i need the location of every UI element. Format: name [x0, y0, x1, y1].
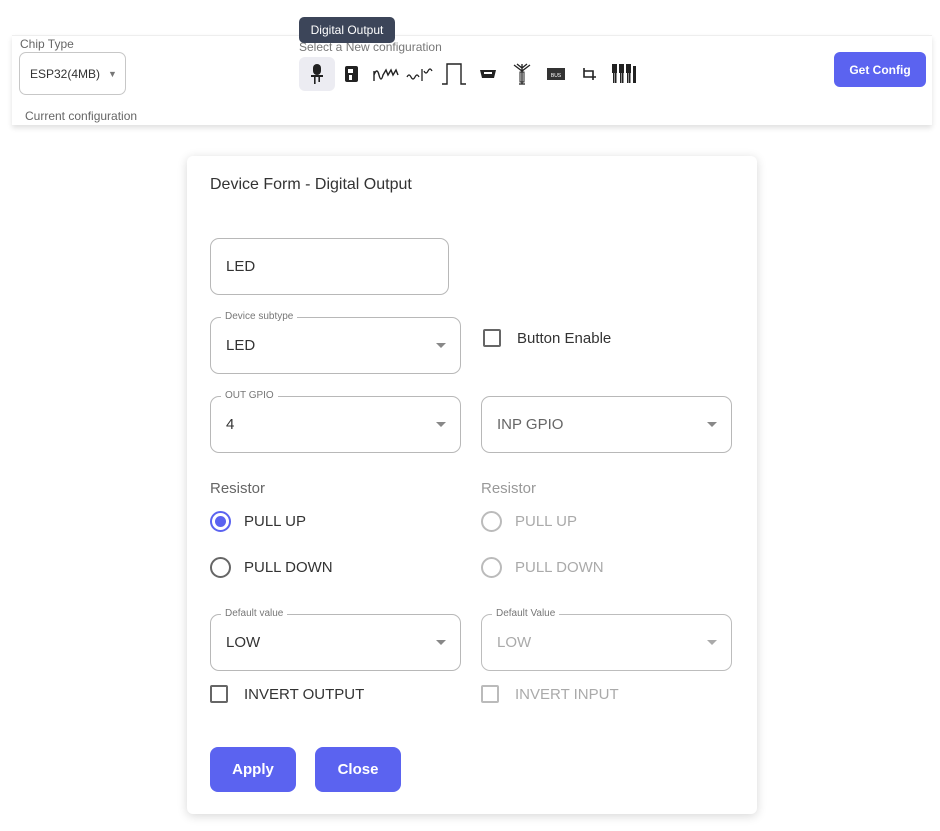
chip-type-value: ESP32(4MB): [30, 66, 101, 81]
default-value-label: Default value: [221, 608, 288, 620]
svg-text:BUS: BUS: [551, 73, 562, 79]
radio-pull-down-left[interactable]: PULL DOWN: [210, 557, 333, 578]
close-button[interactable]: Close: [315, 747, 401, 792]
resistor-label-right: Resistor: [481, 480, 537, 497]
chevron-down-icon: [436, 342, 446, 348]
invert-output-label: INVERT OUTPUT: [244, 685, 365, 703]
pull-up-label: PULL UP: [244, 513, 306, 530]
device-name-field[interactable]: LED: [210, 238, 449, 295]
checkbox-icon: [481, 685, 499, 703]
resistor-label-left: Resistor: [210, 480, 266, 497]
chevron-down-icon: [436, 639, 446, 645]
digital-input-switch-icon[interactable]: [335, 57, 369, 91]
out-gpio-select[interactable]: OUT GPIO 4: [210, 390, 461, 453]
chevron-down-icon: [436, 421, 446, 427]
digital-output-led-icon[interactable]: [299, 57, 335, 91]
radio-unchecked-icon: [481, 511, 502, 532]
radio-pull-up-right[interactable]: PULL UP: [481, 511, 577, 532]
chevron-down-icon: ▼: [108, 68, 117, 79]
checkbox-icon: [483, 329, 501, 347]
invert-input-label: INVERT INPUT: [515, 685, 619, 703]
multi-pin-header-icon[interactable]: [607, 57, 641, 91]
i2c-icon[interactable]: [573, 57, 607, 91]
out-gpio-value: 4: [226, 416, 235, 433]
chevron-down-icon: [707, 639, 717, 645]
inp-gpio-select[interactable]: INP GPIO: [481, 396, 732, 453]
default-value-input-label: Default Value: [492, 608, 560, 620]
radio-unchecked-icon: [210, 557, 231, 578]
serial-connector-icon[interactable]: [471, 57, 505, 91]
chip-type-label: Chip Type: [20, 37, 74, 51]
pull-down-label: PULL DOWN: [244, 559, 333, 576]
button-enable-checkbox[interactable]: Button Enable: [483, 329, 611, 347]
pulse-waveform-icon[interactable]: [437, 57, 471, 91]
analog-input-icon[interactable]: [403, 57, 437, 91]
bus-icon[interactable]: BUS: [539, 57, 573, 91]
pull-down-label: PULL DOWN: [515, 559, 604, 576]
device-form-card: Device Form - Digital Output LED Device …: [187, 156, 757, 814]
default-value-input-select[interactable]: Default Value LOW: [481, 608, 732, 671]
apply-button[interactable]: Apply: [210, 747, 296, 792]
pull-up-label: PULL UP: [515, 513, 577, 530]
current-configuration-label: Current configuration: [25, 109, 138, 123]
device-name-value: LED: [226, 258, 256, 275]
device-subtype-value: LED: [226, 337, 256, 354]
chevron-down-icon: [707, 421, 717, 427]
tooltip: Digital Output: [299, 17, 395, 43]
invert-input-checkbox[interactable]: INVERT INPUT: [481, 685, 619, 703]
default-value-select[interactable]: Default value LOW: [210, 608, 461, 671]
checkbox-icon: [210, 685, 228, 703]
radio-pull-down-right[interactable]: PULL DOWN: [481, 557, 604, 578]
invert-output-checkbox[interactable]: INVERT OUTPUT: [210, 685, 364, 703]
radio-pull-up-left[interactable]: PULL UP: [210, 511, 306, 532]
default-value-value: LOW: [226, 634, 261, 651]
pwm-output-icon[interactable]: [369, 57, 403, 91]
configuration-icons: BUS: [299, 56, 641, 92]
out-gpio-label: OUT GPIO: [221, 390, 278, 402]
get-config-button[interactable]: Get Config: [834, 52, 926, 87]
configuration-toolbar: Chip Type ESP32(4MB) ▼ Current configura…: [12, 35, 932, 125]
antenna-icon[interactable]: [505, 57, 539, 91]
form-title: Device Form - Digital Output: [210, 176, 412, 193]
device-subtype-label: Device subtype: [221, 311, 298, 323]
default-value-input-value: LOW: [497, 634, 532, 651]
radio-unchecked-icon: [481, 557, 502, 578]
device-subtype-select[interactable]: Device subtype LED: [210, 311, 461, 374]
button-enable-label: Button Enable: [517, 329, 612, 347]
inp-gpio-placeholder: INP GPIO: [497, 416, 564, 433]
chip-type-select[interactable]: ESP32(4MB) ▼: [19, 52, 126, 95]
radio-checked-icon: [210, 511, 231, 532]
